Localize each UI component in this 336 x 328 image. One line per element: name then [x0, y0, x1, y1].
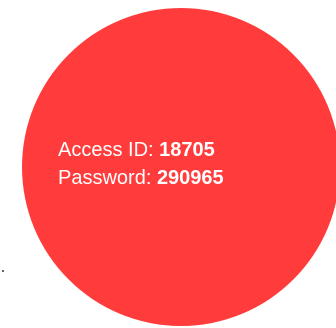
- credentials-block: Access ID: 18705 Password: 290965: [58, 136, 224, 192]
- password-value: 290965: [156, 167, 224, 189]
- password-row: Password: 290965: [58, 164, 224, 192]
- access-id-value: 18705: [159, 139, 215, 161]
- access-id-label: Access ID:: [58, 139, 154, 161]
- stray-dot: [2, 270, 4, 272]
- credentials-screen: Access ID: 18705 Password: 290965: [0, 0, 336, 328]
- password-label: Password:: [58, 167, 152, 189]
- access-id-row: Access ID: 18705: [58, 136, 224, 164]
